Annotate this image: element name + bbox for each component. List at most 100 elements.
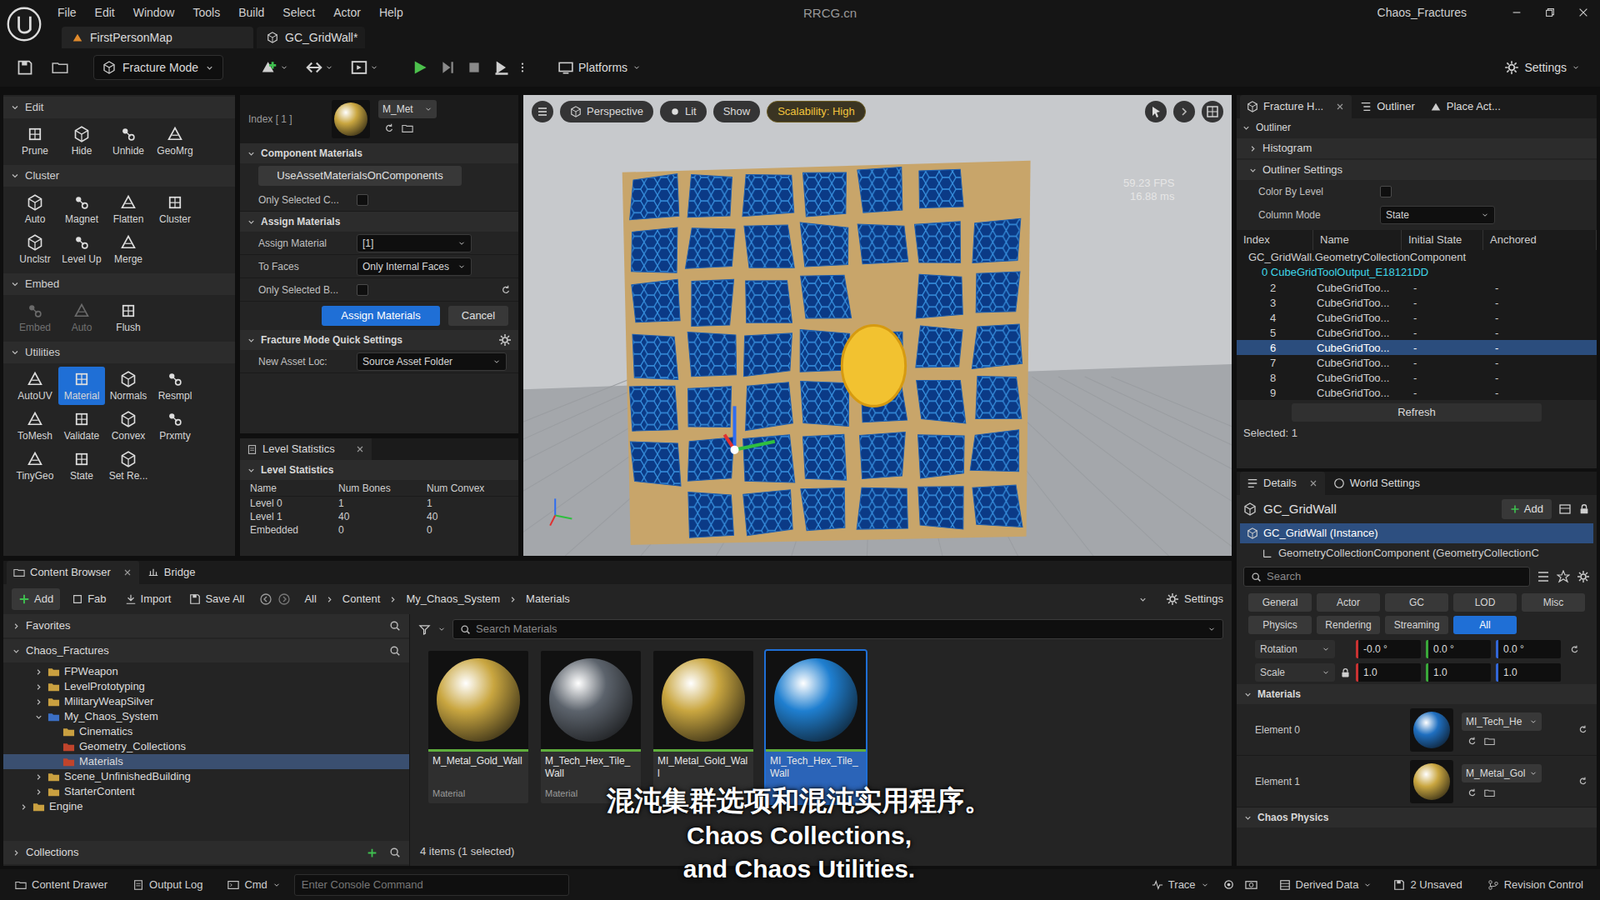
browse-icon[interactable] (51, 59, 69, 76)
search-icon[interactable] (389, 846, 401, 859)
reset-icon[interactable] (1577, 724, 1589, 735)
cancel-button[interactable]: Cancel (448, 305, 509, 326)
component-materials-header[interactable]: Component Materials (240, 143, 519, 164)
expand-icon[interactable] (1173, 100, 1195, 123)
more-icon[interactable] (516, 60, 529, 75)
menu-item[interactable]: Tools (183, 4, 230, 22)
materials-header[interactable]: Materials (1236, 684, 1597, 705)
level-statistics-tab[interactable]: Level Statistics (240, 438, 372, 460)
bone-row[interactable]: 8CubeGridToo...-- (1236, 370, 1597, 385)
menu-item[interactable]: Build (229, 4, 274, 22)
use-asset-button[interactable]: UseAssetMaterialsOnComponents (258, 165, 462, 186)
close-icon[interactable] (1335, 101, 1345, 112)
vector-field[interactable]: -0.0 ° (1355, 640, 1421, 659)
close-icon[interactable] (1577, 6, 1590, 19)
breadcrumb[interactable]: Materials (525, 590, 570, 608)
tree-item[interactable]: FPWeapon (3, 664, 410, 680)
favorite-icon[interactable] (1556, 570, 1570, 584)
viewport-button[interactable]: Show (713, 100, 761, 123)
tool-button[interactable]: AutoUV (11, 366, 59, 405)
panel-tab[interactable]: World Settings (1326, 471, 1427, 495)
tool-button[interactable]: Cluster (151, 190, 199, 229)
column-header[interactable]: Anchored (1483, 230, 1597, 250)
bone-row[interactable]: 2CubeGridToo...-- (1236, 280, 1597, 295)
project-root-header[interactable]: Chaos_Fractures (3, 639, 410, 663)
launch-icon[interactable] (493, 59, 510, 76)
tool-button[interactable]: Hide (58, 121, 105, 160)
content-drawer-button[interactable]: Content Drawer (15, 876, 108, 894)
add-actor-icon[interactable] (260, 58, 279, 77)
tree-expander[interactable] (34, 697, 44, 707)
filter-button[interactable]: Streaming (1385, 615, 1449, 635)
console-input[interactable] (294, 874, 570, 896)
tool-button[interactable]: Level Up (58, 230, 105, 269)
browse-icon[interactable] (401, 122, 414, 135)
vector-field[interactable]: 1.0 (1495, 663, 1561, 682)
trace-button[interactable]: Trace (1151, 876, 1210, 894)
collections-header[interactable]: Collections (3, 840, 410, 865)
filter-button[interactable]: GC (1385, 593, 1449, 612)
tree-item[interactable]: MilitaryWeapSilver (3, 694, 410, 710)
tool-button[interactable]: Material (58, 366, 105, 405)
layout-icon[interactable] (1201, 100, 1224, 123)
refresh-button[interactable]: Refresh (1291, 403, 1542, 422)
select-icon[interactable] (1145, 100, 1167, 123)
forward-icon[interactable] (277, 592, 291, 606)
restore-icon[interactable] (1544, 6, 1556, 19)
panel-tab[interactable]: Details (1240, 471, 1325, 495)
tree-expander[interactable] (34, 667, 44, 677)
filter-button[interactable]: Physics (1248, 615, 1312, 635)
toolbar-button[interactable]: Fab (65, 588, 113, 610)
back-icon[interactable] (259, 592, 273, 606)
checkbox[interactable] (1380, 185, 1392, 198)
tool-button[interactable]: Prune (11, 121, 59, 160)
viewport-button[interactable]: Lit (660, 100, 707, 123)
assign-materials-header[interactable]: Assign Materials (240, 211, 519, 232)
tool-button[interactable]: ToMesh (11, 406, 59, 445)
toolbar-button[interactable]: Add (11, 588, 60, 610)
search-icon[interactable] (389, 645, 401, 657)
search-icon[interactable] (389, 620, 401, 632)
column-header[interactable]: Name (1313, 230, 1402, 250)
material-dropdown[interactable]: M_Metal_Gol (1461, 764, 1542, 783)
tool-button[interactable]: Magnet (58, 190, 105, 229)
column-header[interactable]: Initial State (1401, 230, 1484, 250)
settings-button[interactable]: Settings (1165, 590, 1224, 608)
tool-button[interactable]: Unclstr (11, 230, 59, 269)
tree-item[interactable]: Engine (3, 799, 410, 815)
mode-dropdown[interactable]: Fracture Mode (93, 55, 224, 80)
use-selected-icon[interactable] (383, 122, 395, 135)
bone-row[interactable]: 9CubeGridToo...-- (1236, 385, 1597, 400)
panel-tab[interactable]: Fracture H... (1240, 95, 1352, 119)
document-tab[interactable]: FirstPersonMap (61, 26, 254, 49)
asset-card[interactable]: MI_Tech_Hex_Tile_Wall (764, 649, 868, 805)
lock-icon[interactable] (1340, 667, 1351, 679)
viewport-button[interactable]: Scalability: High (766, 100, 866, 123)
assign-materials-button[interactable]: Assign Materials (321, 305, 440, 326)
component-row[interactable]: GC_GridWall.GeometryCollectionComponent (1236, 250, 1597, 265)
record-icon[interactable] (1222, 878, 1235, 891)
unsaved-button[interactable]: 2 Unsaved (1393, 876, 1462, 894)
close-icon[interactable] (1308, 478, 1319, 489)
minimize-icon[interactable] (1510, 6, 1523, 19)
blueprint-icon[interactable] (305, 58, 324, 77)
breadcrumb[interactable]: Content (342, 590, 381, 608)
toolbar-button[interactable]: Save All (182, 588, 251, 610)
chaos-physics-header[interactable]: Chaos Physics (1236, 807, 1597, 828)
material-thumbnail[interactable] (1410, 760, 1454, 804)
section-header[interactable]: Embed (3, 273, 235, 295)
tree-item[interactable]: Materials (3, 754, 410, 770)
filter-button[interactable]: Misc (1521, 593, 1585, 612)
tool-button[interactable]: Convex (105, 406, 152, 445)
reset-icon[interactable] (500, 284, 512, 296)
menu-item[interactable]: Select (273, 4, 325, 22)
filter-button[interactable]: LOD (1453, 593, 1517, 612)
tree-item[interactable]: My_Chaos_System (3, 709, 410, 725)
bone-row[interactable]: 4CubeGridToo...-- (1236, 310, 1597, 325)
reset-icon[interactable] (1569, 644, 1580, 655)
root-row[interactable]: 0 CubeGridToolOutput_E18121DD (1236, 265, 1597, 280)
screenshot-icon[interactable] (1245, 878, 1258, 891)
close-icon[interactable] (122, 567, 133, 578)
tree-item[interactable]: StarterContent (3, 784, 410, 800)
vector-field[interactable]: 1.0 (1355, 663, 1421, 682)
